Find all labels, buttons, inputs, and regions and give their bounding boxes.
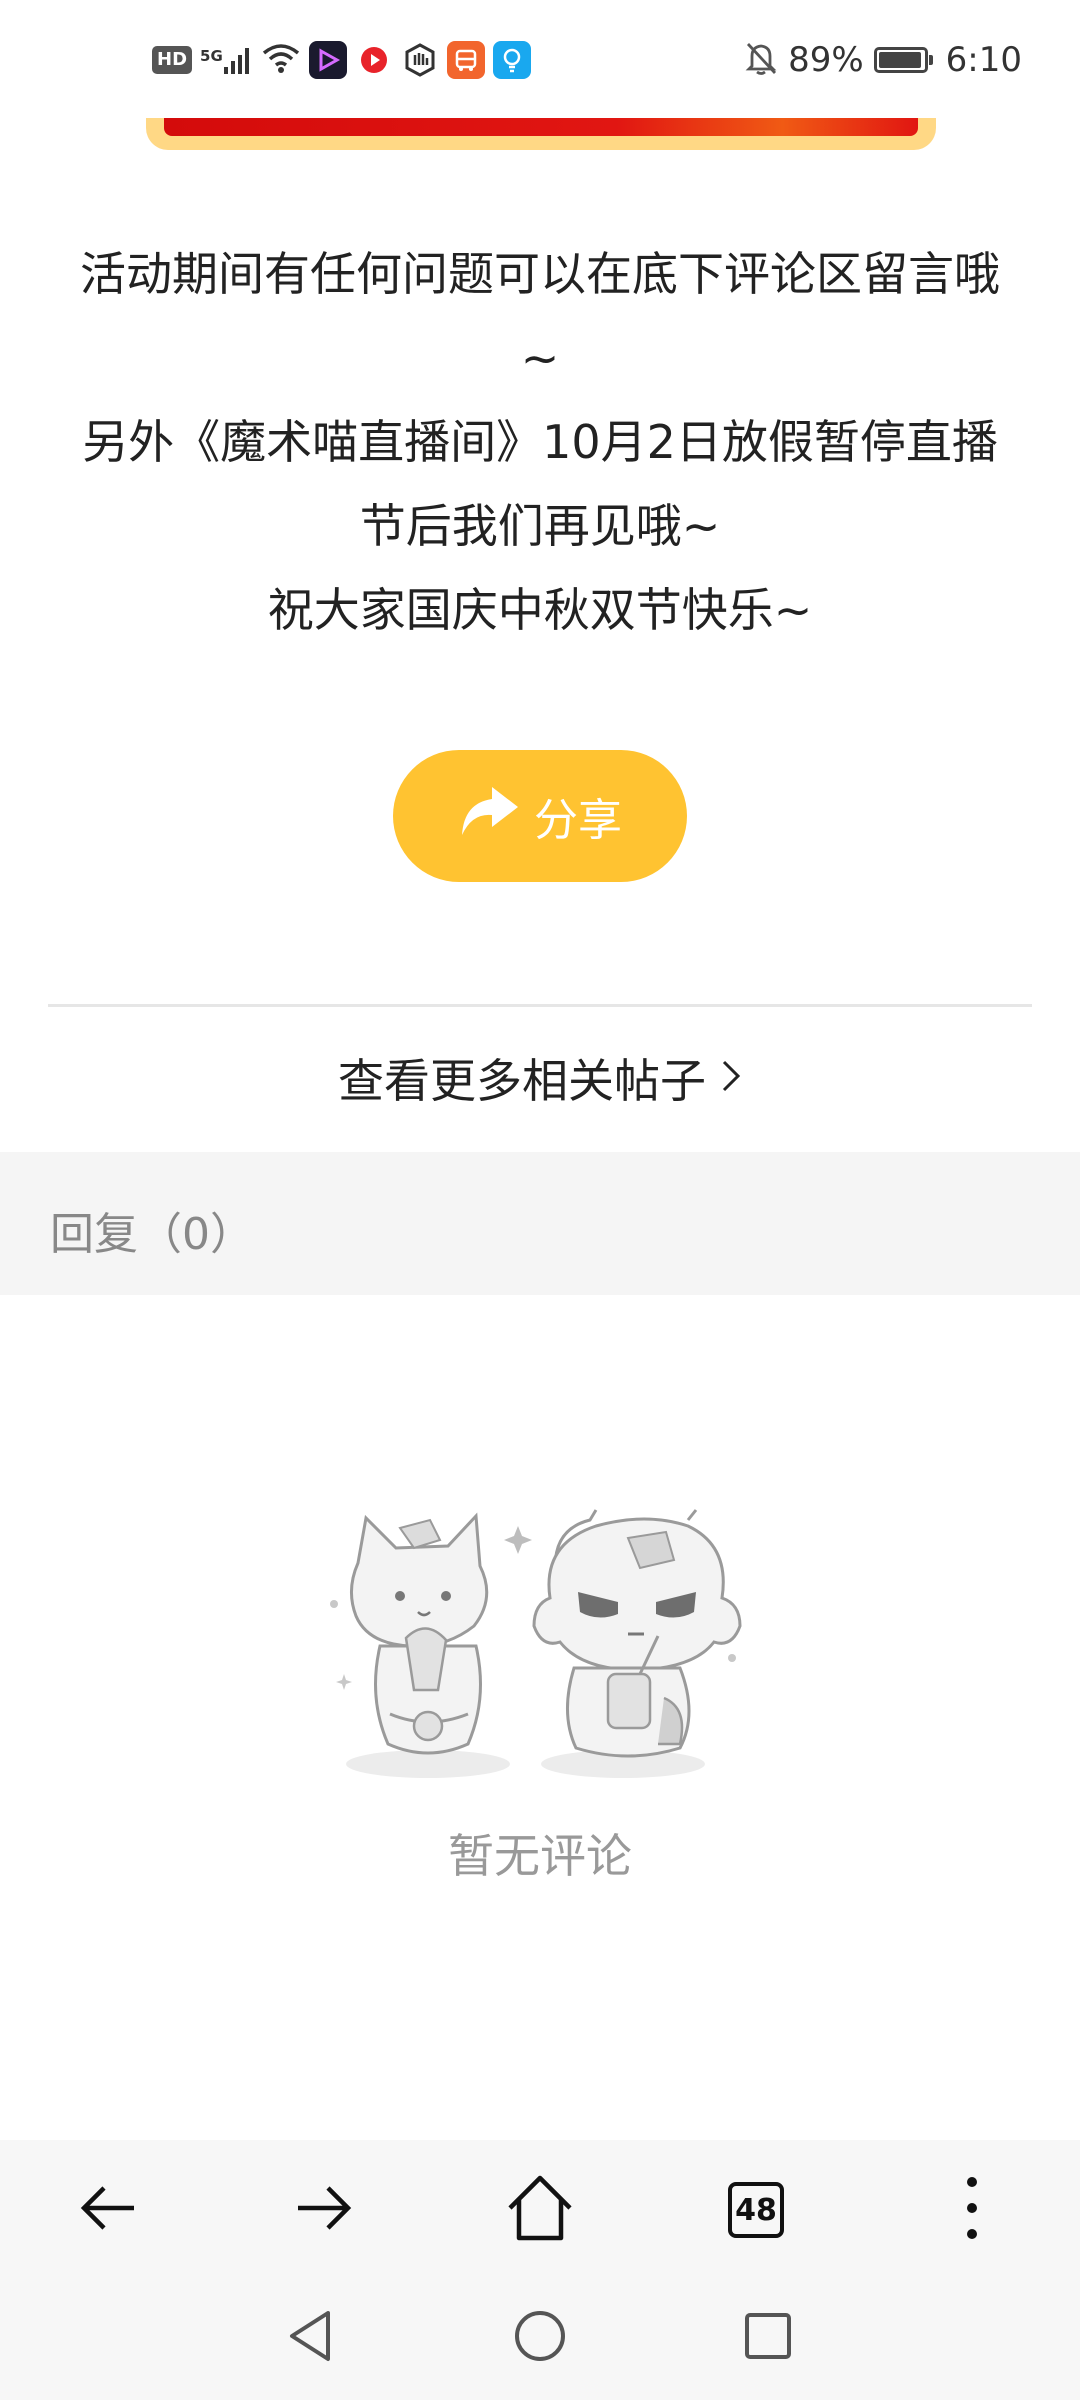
back-button[interactable] [68, 2170, 148, 2250]
triangle-back-icon [286, 2309, 334, 2367]
empty-cats-illustration [328, 1508, 752, 1784]
clock: 6:10 [945, 40, 1022, 80]
circle-home-icon [513, 2309, 567, 2367]
signal-icon: 5G [200, 45, 253, 75]
wifi-icon [261, 42, 301, 78]
nav-back-button[interactable] [270, 2298, 350, 2378]
arrow-right-icon [294, 2183, 354, 2237]
divider [48, 1004, 1032, 1007]
reply-count: 回复（0） [50, 1209, 254, 1260]
post-line: 节后我们再见哦~ [359, 499, 721, 553]
square-recents-icon [743, 2311, 793, 2365]
reply-section-header: 回复（0） [0, 1152, 1080, 1295]
nav-recents-button[interactable] [728, 2298, 808, 2378]
record-app-icon [355, 41, 393, 79]
network-type: 5G [200, 47, 223, 65]
menu-button[interactable] [932, 2170, 1012, 2250]
status-left: HD 5G [152, 40, 531, 80]
page: HD 5G 89% 6:10 活动期间有任何问题可以在底下评论区留言哦 ~ 另外… [0, 0, 1080, 2400]
more-related-posts-link[interactable]: 查看更多相关帖子 [0, 1040, 1080, 1116]
hd-icon: HD [152, 46, 193, 74]
post-line: 祝大家国庆中秋双节快乐~ [267, 583, 813, 637]
chevron-right-icon [720, 1051, 742, 1105]
status-bar: HD 5G 89% 6:10 [0, 0, 1080, 118]
bus-app-icon [446, 41, 485, 79]
share-label: 分享 [534, 795, 622, 846]
bulb-app-icon [492, 41, 531, 79]
post-line: ~ [520, 331, 560, 385]
tab-count: 48 [728, 2182, 784, 2238]
nav-home-button[interactable] [500, 2298, 580, 2378]
share-arrow-icon [458, 785, 520, 848]
forward-button[interactable] [284, 2170, 364, 2250]
post-line: 另外《魔术喵直播间》10月2日放假暂停直播 [82, 415, 998, 469]
tabs-button[interactable]: 48 [716, 2170, 796, 2250]
empty-comments-text: 暂无评论 [448, 1829, 632, 1883]
more-posts-label: 查看更多相关帖子 [338, 1054, 706, 1108]
post-content: 活动期间有任何问题可以在底下评论区留言哦 ~ 另外《魔术喵直播间》10月2日放假… [40, 232, 1040, 652]
home-icon [505, 2174, 575, 2246]
status-right: 89% 6:10 [744, 38, 1022, 82]
more-vertical-icon [966, 2176, 978, 2244]
browser-toolbar: 48 [0, 2140, 1080, 2280]
system-nav-bar [0, 2280, 1080, 2400]
hand-app-icon [401, 41, 439, 79]
post-line: 活动期间有任何问题可以在底下评论区留言哦 [80, 247, 1000, 301]
battery-icon [873, 47, 933, 73]
home-button[interactable] [500, 2170, 580, 2250]
mute-bell-icon [744, 40, 778, 80]
video-app-icon [308, 41, 347, 79]
battery-percent: 89% [788, 40, 864, 80]
share-button[interactable]: 分享 [393, 750, 687, 882]
arrow-left-icon [78, 2183, 138, 2237]
